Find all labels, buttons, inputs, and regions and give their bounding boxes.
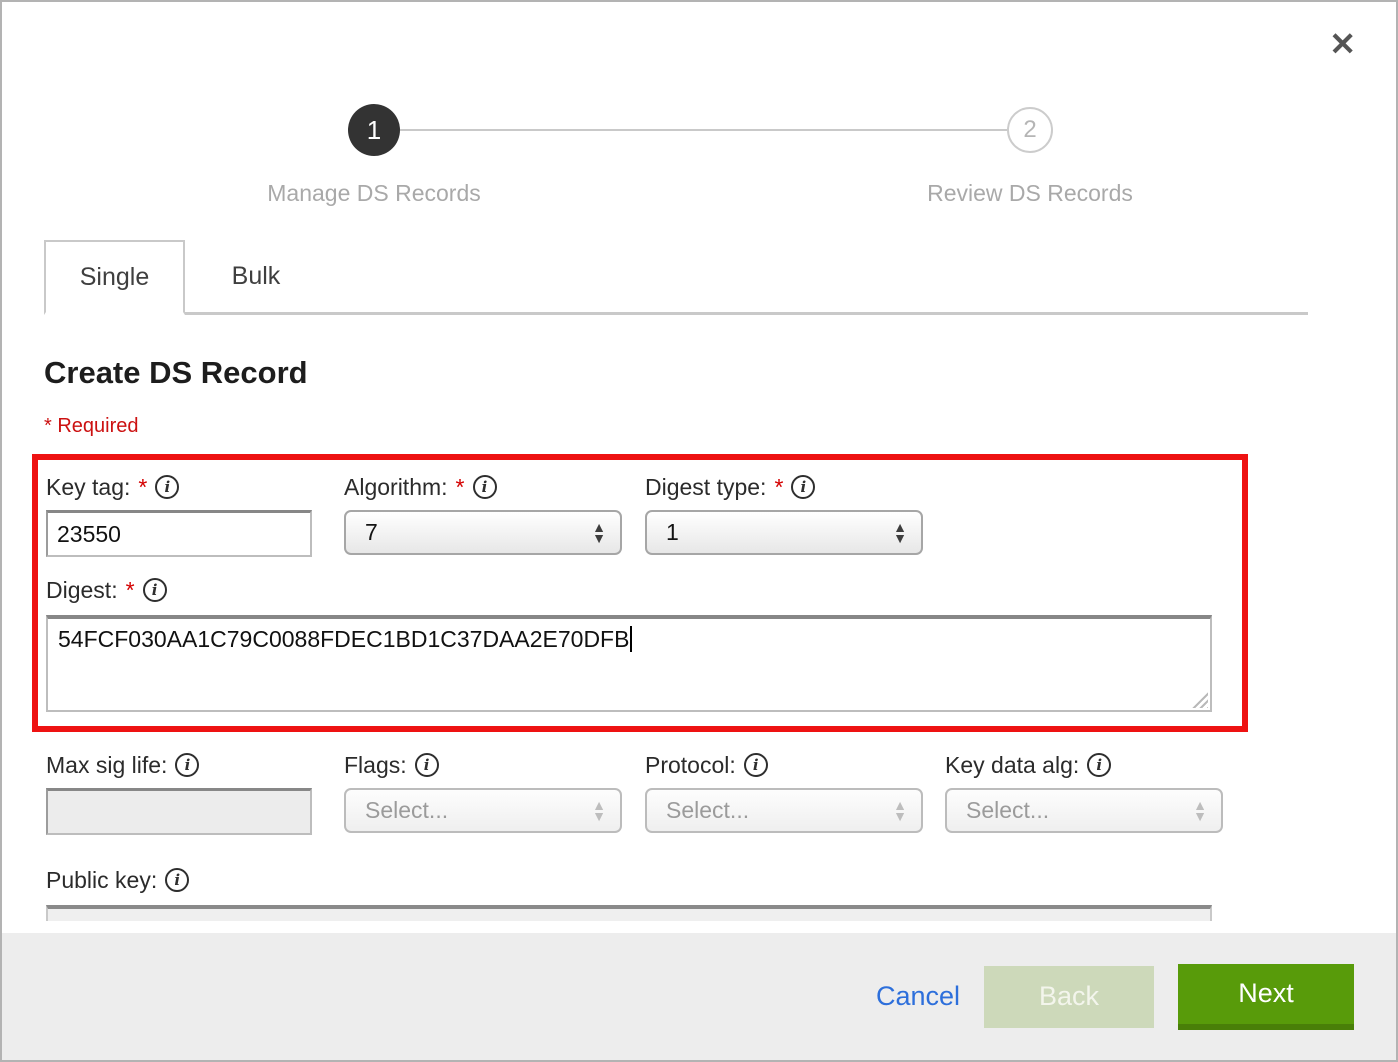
select-arrows-icon: ▲▼ bbox=[893, 800, 907, 822]
key-tag-input[interactable] bbox=[46, 510, 312, 557]
textarea-resize-handle[interactable] bbox=[1191, 691, 1208, 708]
protocol-label: Protocol: bbox=[645, 752, 736, 779]
select-arrows-icon: ▲▼ bbox=[592, 522, 606, 544]
cancel-button[interactable]: Cancel bbox=[876, 981, 960, 1012]
key-data-alg-label: Key data alg: bbox=[945, 752, 1079, 779]
protocol-field-group: Protocol: i Select... ▲▼ bbox=[645, 748, 945, 835]
algorithm-info-icon[interactable]: i bbox=[473, 475, 497, 499]
back-button-label: Back bbox=[1039, 981, 1099, 1012]
digest-textarea[interactable]: 54FCF030AA1C79C0088FDEC1BD1C37DAA2E70DFB bbox=[46, 615, 1212, 712]
digest-type-select[interactable]: 1 ▲▼ bbox=[645, 510, 923, 555]
protocol-info-icon[interactable]: i bbox=[744, 753, 768, 777]
key-tag-label: Key tag: bbox=[46, 474, 130, 501]
max-sig-life-info-icon[interactable]: i bbox=[175, 753, 199, 777]
select-arrows-icon: ▲▼ bbox=[1193, 800, 1207, 822]
flags-select-value: Select... bbox=[365, 797, 448, 824]
public-key-field-group: Public key: i bbox=[46, 863, 1396, 921]
key-tag-info-icon[interactable]: i bbox=[155, 475, 179, 499]
flags-field-group: Flags: i Select... ▲▼ bbox=[344, 748, 645, 835]
modal-footer: Cancel Back Next bbox=[2, 933, 1396, 1060]
tab-bulk[interactable]: Bulk bbox=[185, 240, 327, 312]
back-button[interactable]: Back bbox=[984, 966, 1154, 1028]
select-arrows-icon: ▲▼ bbox=[893, 522, 907, 544]
page-title: Create DS Record bbox=[44, 355, 1396, 391]
digest-type-field-group: Digest type: * i 1 ▲▼ bbox=[645, 470, 945, 557]
protocol-select-value: Select... bbox=[666, 797, 749, 824]
tab-single[interactable]: Single bbox=[44, 240, 185, 315]
step-1-circle: 1 bbox=[348, 104, 400, 156]
digest-label: Digest: bbox=[46, 577, 118, 604]
digest-type-info-icon[interactable]: i bbox=[791, 475, 815, 499]
algorithm-select[interactable]: 7 ▲▼ bbox=[344, 510, 622, 555]
protocol-select[interactable]: Select... ▲▼ bbox=[645, 788, 923, 833]
algorithm-field-group: Algorithm: * i 7 ▲▼ bbox=[344, 470, 645, 557]
algorithm-select-value: 7 bbox=[365, 519, 378, 546]
tab-bulk-label: Bulk bbox=[232, 262, 281, 291]
create-ds-record-modal: ✕ 1 2 Manage DS Records Review DS Record… bbox=[0, 0, 1398, 1062]
key-tag-field-group: Key tag: * i bbox=[46, 470, 344, 557]
digest-type-select-value: 1 bbox=[666, 519, 679, 546]
tab-single-label: Single bbox=[80, 263, 150, 292]
next-button-label: Next bbox=[1238, 978, 1294, 1009]
digest-value: 54FCF030AA1C79C0088FDEC1BD1C37DAA2E70DFB bbox=[58, 626, 629, 652]
public-key-info-icon[interactable]: i bbox=[165, 868, 189, 892]
digest-info-icon[interactable]: i bbox=[143, 578, 167, 602]
flags-info-icon[interactable]: i bbox=[415, 753, 439, 777]
flags-label: Flags: bbox=[344, 752, 407, 779]
digest-field-group: Digest: * i 54FCF030AA1C79C0088FDEC1BD1C… bbox=[46, 573, 1242, 712]
step-2-label: Review DS Records bbox=[910, 180, 1150, 207]
max-sig-life-input[interactable] bbox=[46, 788, 312, 835]
key-tag-required-star: * bbox=[138, 474, 147, 501]
text-cursor bbox=[630, 626, 632, 652]
key-data-alg-info-icon[interactable]: i bbox=[1087, 753, 1111, 777]
next-button[interactable]: Next bbox=[1178, 964, 1354, 1030]
record-mode-tabbar: Single Bulk bbox=[44, 240, 1308, 315]
algorithm-required-star: * bbox=[456, 474, 465, 501]
digest-required-star: * bbox=[126, 577, 135, 604]
digest-type-label: Digest type: bbox=[645, 474, 766, 501]
optional-fields-row: Max sig life: i Flags: i Select... ▲▼ Pr… bbox=[46, 748, 1396, 835]
select-arrows-icon: ▲▼ bbox=[592, 800, 606, 822]
step-1-label: Manage DS Records bbox=[254, 180, 494, 207]
stepper-connector-line bbox=[400, 129, 1008, 131]
step-1-number: 1 bbox=[367, 115, 381, 146]
wizard-stepper: 1 2 Manage DS Records Review DS Records bbox=[2, 2, 1396, 240]
key-data-alg-select-value: Select... bbox=[966, 797, 1049, 824]
step-2-number: 2 bbox=[1023, 116, 1036, 144]
public-key-label: Public key: bbox=[46, 867, 157, 894]
flags-select[interactable]: Select... ▲▼ bbox=[344, 788, 622, 833]
algorithm-label: Algorithm: bbox=[344, 474, 448, 501]
key-data-alg-field-group: Key data alg: i Select... ▲▼ bbox=[945, 748, 1223, 835]
max-sig-life-field-group: Max sig life: i bbox=[46, 748, 344, 835]
digest-type-required-star: * bbox=[774, 474, 783, 501]
public-key-textarea[interactable] bbox=[46, 905, 1212, 921]
step-2-circle: 2 bbox=[1007, 107, 1053, 153]
required-fields-highlight-box: Key tag: * i Algorithm: * i 7 ▲▼ bbox=[32, 454, 1248, 732]
key-data-alg-select[interactable]: Select... ▲▼ bbox=[945, 788, 1223, 833]
required-note: * Required bbox=[44, 415, 1396, 438]
max-sig-life-label: Max sig life: bbox=[46, 752, 167, 779]
